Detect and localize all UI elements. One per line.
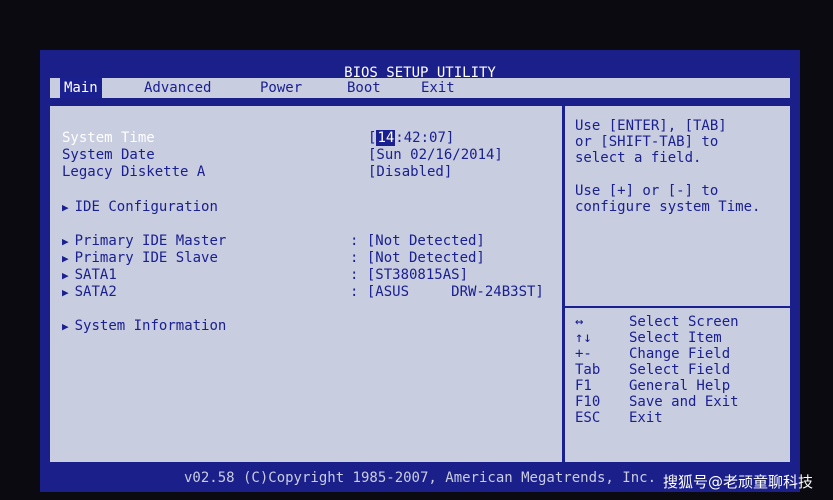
sata2-label: SATA2: [74, 284, 117, 300]
bios-screen: BIOS SETUP UTILITY Main Advanced Power B…: [40, 50, 800, 492]
f1-key: F1: [575, 378, 592, 394]
menu-tab-advanced[interactable]: Advanced: [140, 78, 215, 98]
help-text-configure: Use [+] or [-] to configure system Time.: [575, 183, 761, 215]
menu-tab-power[interactable]: Power: [256, 78, 306, 98]
main-panel: System Time [14:42:07] System Date [Sun …: [50, 106, 790, 462]
menu-tab-main[interactable]: Main: [60, 78, 102, 98]
left-right-arrow-icon: ↔: [575, 314, 584, 330]
plus-minus-key: +-: [575, 346, 592, 362]
tab-key: Tab: [575, 362, 601, 378]
submenu-primary-ide-slave[interactable]: ▶ Primary IDE Slave: [62, 250, 218, 267]
system-time-hour[interactable]: 14: [376, 130, 396, 146]
submenu-sata2[interactable]: ▶ SATA2: [62, 284, 117, 301]
sata1-label: SATA1: [74, 267, 117, 283]
settings-panel: System Time [14:42:07] System Date [Sun …: [50, 106, 562, 462]
watermark-text: 搜狐号@老顽童聊科技: [662, 473, 813, 491]
legacy-diskette-value[interactable]: [Disabled]: [368, 164, 452, 180]
key-hint-row: +- Change Field: [575, 346, 731, 362]
submenu-primary-ide-master[interactable]: ▶ Primary IDE Master: [62, 233, 226, 250]
legacy-diskette-label[interactable]: Legacy Diskette A: [62, 164, 205, 180]
key-hint-row: Tab Select Field: [575, 362, 731, 378]
system-information-label: System Information: [74, 318, 227, 334]
help-text-navigation: Use [ENTER], [TAB] or [SHIFT-TAB] to sel…: [575, 118, 727, 166]
key-hint-row: ↑↓ Select Item: [575, 330, 722, 346]
f10-key: F10: [575, 394, 601, 410]
system-time-value[interactable]: [14:42:07]: [368, 130, 454, 146]
key-hint-row: ↔ Select Screen: [575, 314, 739, 330]
submenu-arrow-icon: ▶: [62, 252, 69, 265]
submenu-sata1[interactable]: ▶ SATA1: [62, 267, 117, 284]
esc-key: ESC: [575, 410, 601, 426]
primary-slave-label: Primary IDE Slave: [74, 250, 218, 266]
menu-bar: Main Advanced Power Boot Exit: [50, 78, 790, 98]
setting-system-time[interactable]: System Time: [62, 130, 155, 146]
key-hint-row: ESC Exit: [575, 410, 663, 426]
system-time-label: System Time: [62, 130, 155, 146]
primary-master-label: Primary IDE Master: [74, 233, 227, 249]
key-hint-row: F10 Save and Exit: [575, 394, 739, 410]
submenu-arrow-icon: ▶: [62, 201, 69, 214]
menu-tab-boot[interactable]: Boot: [343, 78, 385, 98]
system-time-rest: :42:07]: [395, 130, 455, 146]
submenu-ide-configuration[interactable]: ▶ IDE Configuration: [62, 199, 218, 216]
help-panel: Use [ENTER], [TAB] or [SHIFT-TAB] to sel…: [565, 106, 790, 462]
submenu-system-information[interactable]: ▶ System Information: [62, 318, 226, 335]
submenu-arrow-icon: ▶: [62, 269, 69, 282]
primary-slave-value: : [Not Detected]: [350, 250, 485, 266]
sata2-value: : [ASUS DRW-24B3ST]: [350, 284, 544, 300]
ide-configuration-label: IDE Configuration: [74, 199, 218, 215]
menu-tab-exit[interactable]: Exit: [417, 78, 459, 98]
system-date-value[interactable]: [Sun 02/16/2014]: [368, 147, 503, 163]
help-divider: [565, 306, 790, 308]
submenu-arrow-icon: ▶: [62, 320, 69, 333]
primary-master-value: : [Not Detected]: [350, 233, 485, 249]
sata1-value: : [ST380815AS]: [350, 267, 469, 283]
system-date-label[interactable]: System Date: [62, 147, 155, 163]
up-down-arrow-icon: ↑↓: [575, 330, 592, 346]
key-hint-row: F1 General Help: [575, 378, 731, 394]
submenu-arrow-icon: ▶: [62, 235, 69, 248]
submenu-arrow-icon: ▶: [62, 286, 69, 299]
